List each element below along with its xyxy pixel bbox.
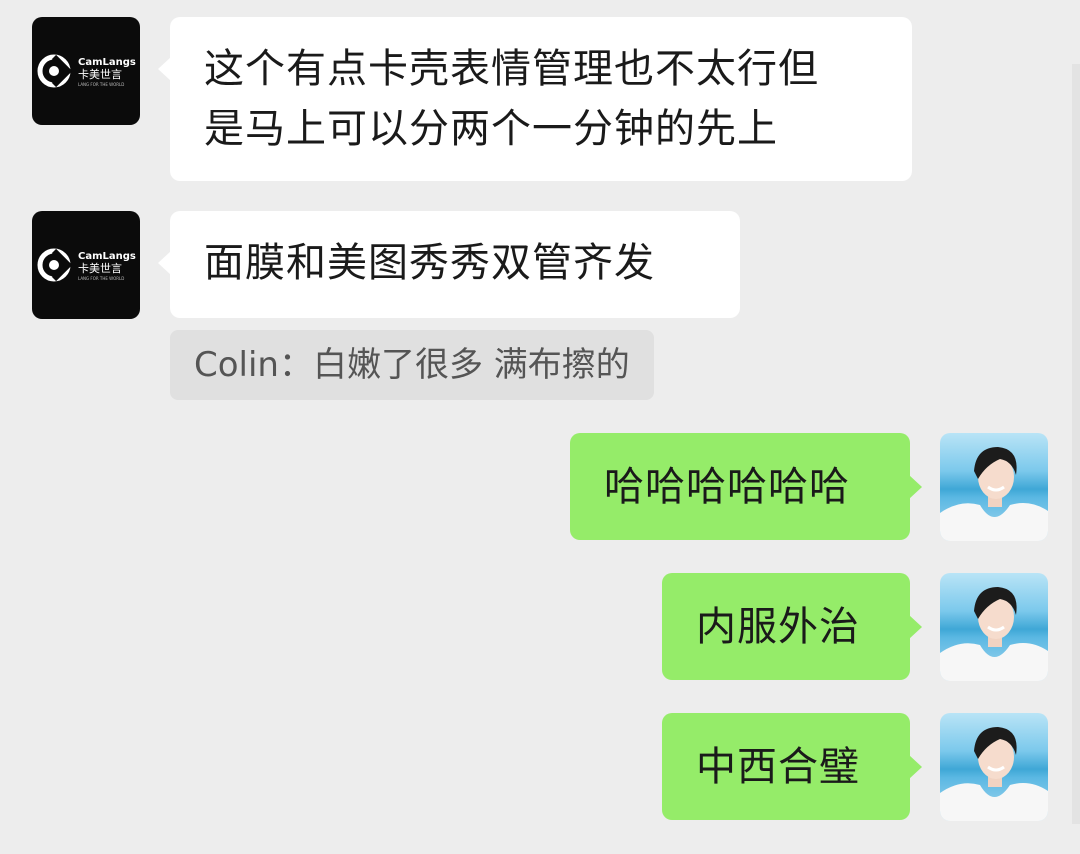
logo-brand-cn: 卡美世言 bbox=[78, 262, 122, 275]
user-photo-icon bbox=[940, 447, 1048, 541]
camlangs-logo-icon: CamLangs 卡美世言 LANG FOR THE WORLD bbox=[37, 248, 136, 282]
message-bubble[interactable]: 面膜和美图秀秀双管齐发 bbox=[158, 211, 740, 318]
user-photo-icon bbox=[940, 727, 1048, 821]
logo-tagline: LANG FOR THE WORLD bbox=[78, 82, 124, 87]
avatar[interactable] bbox=[940, 713, 1048, 821]
message-text: 这个有点卡壳表情管理也不太行但 是马上可以分两个一分钟的先上 bbox=[204, 46, 819, 152]
avatar[interactable]: CamLangs 卡美世言 LANG FOR THE WORLD bbox=[32, 211, 140, 319]
avatar[interactable] bbox=[940, 573, 1048, 681]
message-text: 哈哈哈哈哈哈 bbox=[604, 464, 850, 510]
logo-brand-cn: 卡美世言 bbox=[78, 68, 122, 81]
message-bubble[interactable]: 内服外治 bbox=[662, 573, 922, 680]
message-text: 中西合璧 bbox=[696, 744, 860, 790]
user-photo-icon bbox=[940, 587, 1048, 681]
chat-area: CamLangs 卡美世言 LANG FOR THE WORLD 这个有点卡壳表… bbox=[0, 0, 1080, 854]
avatar[interactable] bbox=[940, 433, 1048, 541]
message-text: 面膜和美图秀秀双管齐发 bbox=[204, 240, 655, 286]
avatar[interactable]: CamLangs 卡美世言 LANG FOR THE WORLD bbox=[32, 17, 140, 125]
scrollbar[interactable] bbox=[1072, 64, 1080, 824]
logo-tagline: LANG FOR THE WORLD bbox=[78, 276, 124, 281]
message-text: 内服外治 bbox=[696, 604, 860, 650]
camlangs-logo-icon: CamLangs 卡美世言 LANG FOR THE WORLD bbox=[37, 54, 136, 88]
quote-text: Colin：白嫩了很多 满布擦的 bbox=[194, 345, 630, 385]
message-bubble[interactable]: 中西合璧 bbox=[662, 713, 922, 820]
logo-brand: CamLangs bbox=[78, 57, 136, 68]
quoted-message[interactable]: Colin：白嫩了很多 满布擦的 bbox=[170, 330, 654, 400]
logo-brand: CamLangs bbox=[78, 251, 136, 262]
message-bubble[interactable]: 这个有点卡壳表情管理也不太行但 是马上可以分两个一分钟的先上 bbox=[158, 17, 912, 181]
message-bubble[interactable]: 哈哈哈哈哈哈 bbox=[570, 433, 922, 540]
